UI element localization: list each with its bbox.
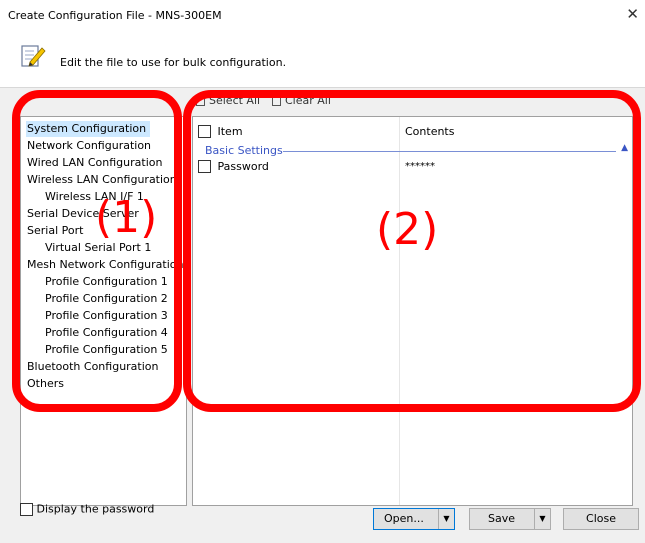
table-row[interactable]: Password — [198, 159, 269, 173]
select-all-checkbox[interactable] — [198, 124, 211, 138]
header-description: Edit the file to use for bulk configurat… — [60, 56, 287, 69]
clear-all-button[interactable]: Clear All — [272, 94, 331, 107]
tree-item-serial-port[interactable]: Serial Port — [27, 223, 83, 239]
window-title: Create Configuration File - MNS-300EM — [8, 9, 222, 22]
edit-document-icon — [21, 45, 46, 67]
title-bar: Create Configuration File - MNS-300EM ✕ — [0, 0, 645, 30]
tree-item-network-configuration[interactable]: Network Configuration — [27, 138, 151, 154]
tree-item-profile-configuration-4[interactable]: Profile Configuration 4 — [45, 325, 168, 341]
display-password-label: Display the password — [36, 502, 155, 516]
tree-item-others[interactable]: Others — [27, 376, 64, 392]
check-list-icon — [196, 96, 205, 106]
display-password-checkbox[interactable] — [20, 502, 33, 516]
tree-item-profile-configuration-1[interactable]: Profile Configuration 1 — [45, 274, 168, 290]
contents-column-header: Contents — [405, 125, 455, 138]
settings-grid[interactable]: Item Contents Basic Settings ▲ Password … — [192, 116, 633, 506]
save-button-label: Save — [488, 512, 516, 525]
tree-item-profile-configuration-3[interactable]: Profile Configuration 3 — [45, 308, 168, 324]
group-basic-settings: Basic Settings — [205, 144, 283, 157]
password-checkbox[interactable] — [198, 159, 211, 173]
save-button[interactable]: Save ▼ — [469, 508, 551, 530]
tree-item-wired-lan-configuration[interactable]: Wired LAN Configuration — [27, 155, 162, 171]
row-contents-password[interactable]: ****** — [405, 161, 435, 172]
tree-item-serial-device-server[interactable]: Serial Device Server — [27, 206, 139, 222]
tree-item-wireless-lan-configuration[interactable]: Wireless LAN Configuration — [27, 172, 177, 188]
tree-item-bluetooth-configuration[interactable]: Bluetooth Configuration — [27, 359, 159, 375]
dialog-body: Select All Clear All System Configuratio… — [0, 88, 645, 543]
tree-item-virtual-serial-port-1[interactable]: Virtual Serial Port 1 — [45, 240, 151, 256]
select-all-label: Select All — [209, 94, 261, 107]
collapse-caret-icon[interactable]: ▲ — [621, 143, 628, 153]
save-dropdown-icon[interactable]: ▼ — [534, 509, 550, 529]
column-divider — [399, 117, 400, 505]
dialog-header: Edit the file to use for bulk configurat… — [0, 30, 645, 88]
tree-item-mesh-network-configuration[interactable]: Mesh Network Configuration — [27, 257, 183, 273]
clear-list-icon — [272, 96, 281, 106]
category-tree[interactable]: System Configuration Network Configurati… — [20, 116, 187, 506]
close-icon[interactable]: ✕ — [626, 5, 639, 23]
close-button[interactable]: Close — [563, 508, 639, 530]
open-dropdown-icon[interactable]: ▼ — [438, 509, 454, 529]
row-item-password: Password — [217, 159, 269, 173]
item-column-header: Item — [198, 124, 243, 138]
tree-item-profile-configuration-2[interactable]: Profile Configuration 2 — [45, 291, 168, 307]
display-password-option[interactable]: Display the password — [20, 502, 154, 516]
tree-item-system-configuration[interactable]: System Configuration — [26, 121, 151, 137]
open-button-label: Open... — [384, 512, 424, 525]
open-button[interactable]: Open... ▼ — [373, 508, 455, 530]
select-all-button[interactable]: Select All — [196, 94, 260, 107]
clear-all-label: Clear All — [285, 94, 331, 107]
group-divider — [283, 151, 616, 152]
tree-item-profile-configuration-5[interactable]: Profile Configuration 5 — [45, 342, 168, 358]
tree-item-wireless-lan-if-1[interactable]: Wireless LAN I/F 1 — [45, 189, 144, 205]
item-column-label: Item — [217, 124, 243, 138]
